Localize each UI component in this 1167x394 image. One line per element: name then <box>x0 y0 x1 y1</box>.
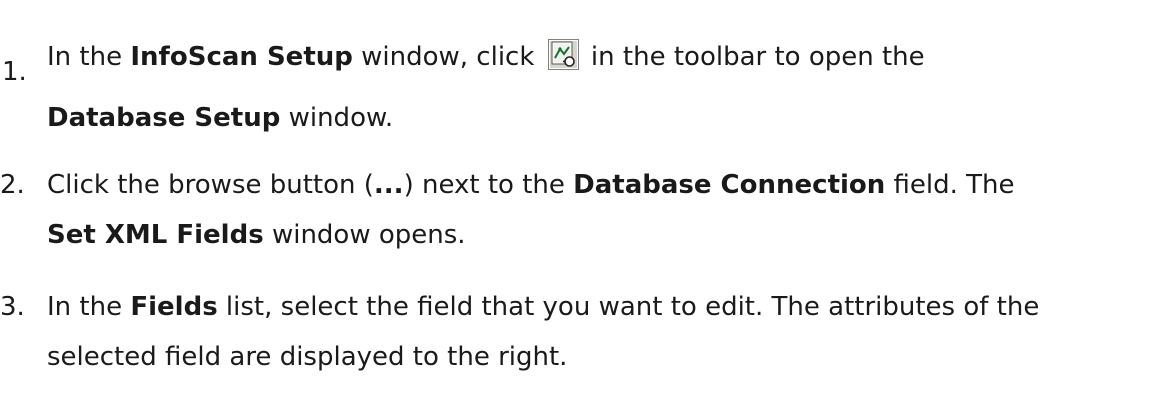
step-3-text-c: list, select the field that you want to … <box>217 292 1040 322</box>
step-2-line-2: Set XML Fields window opens. <box>47 221 466 249</box>
step-1-text-e: window. <box>280 103 394 133</box>
step-1-text-d: in the toolbar to open the <box>582 42 925 72</box>
step-3-text-a: In the <box>47 292 131 322</box>
step-3-number: 3. <box>0 292 25 322</box>
database-setup-label: Database Setup <box>47 103 281 133</box>
step-2-text-e: field. The <box>885 170 1015 200</box>
browse-ellipsis-label: ... <box>373 170 404 200</box>
step-2-text-c: ) next to the <box>403 170 574 200</box>
step-1-text-a: In the <box>47 42 131 72</box>
step-1-line-2: Database Setup window. <box>47 104 393 132</box>
database-setup-icon[interactable] <box>547 39 579 70</box>
infoscan-setup-label: InfoScan Setup <box>130 42 353 72</box>
step-3-text-d: selected field are displayed to the righ… <box>47 342 568 372</box>
step-1-number: 1. <box>2 57 27 87</box>
step-2-number: 2. <box>0 170 25 200</box>
database-connection-label: Database Connection <box>573 170 886 200</box>
instruction-document: 1. In the InfoScan Setup window, click i… <box>0 0 1167 394</box>
step-3: 3. In the Fields list, select the field … <box>0 270 1167 394</box>
step-2-line-1: Click the browse button (...) next to th… <box>47 171 1015 199</box>
step-1-line-1: In the InfoScan Setup window, click in t… <box>47 39 925 71</box>
step-1-text-c: window, click <box>352 42 543 72</box>
step-3-line-1: In the Fields list, select the field tha… <box>47 293 1039 321</box>
step-2-text-a: Click the browse button ( <box>47 170 374 200</box>
step-3-line-2: selected field are displayed to the righ… <box>47 343 567 371</box>
fields-label: Fields <box>130 292 218 322</box>
step-2: 2. Click the browse button (...) next to… <box>0 160 1167 270</box>
step-1: 1. In the InfoScan Setup window, click i… <box>0 0 1167 140</box>
step-2-text-f: window opens. <box>263 220 466 250</box>
set-xml-fields-label: Set XML Fields <box>47 220 264 250</box>
